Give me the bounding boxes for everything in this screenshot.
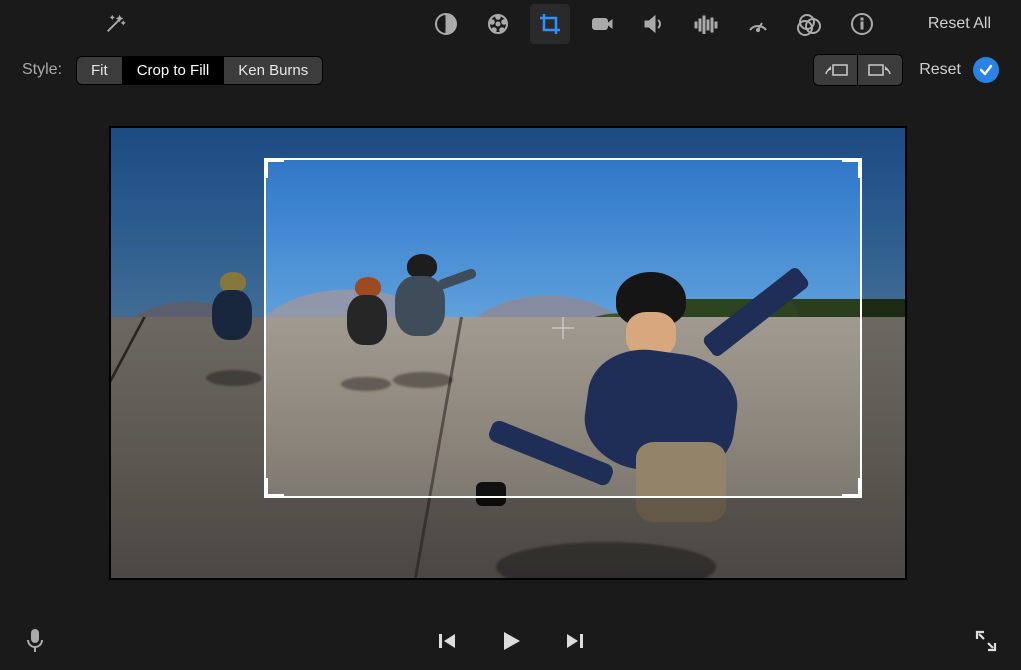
style-label: Style:: [22, 61, 62, 79]
crop-handle-bl[interactable]: [264, 478, 284, 498]
color-balance-icon[interactable]: [426, 4, 466, 44]
apply-button[interactable]: [973, 57, 999, 83]
crop-icon[interactable]: [530, 4, 570, 44]
voiceover-mic-icon[interactable]: [20, 626, 50, 656]
crop-handle-tr[interactable]: [842, 158, 862, 178]
preview-viewer[interactable]: [109, 126, 907, 580]
color-correction-icon[interactable]: [478, 4, 518, 44]
style-option-crop-to-fill[interactable]: Crop to Fill: [123, 57, 225, 84]
crop-rectangle[interactable]: [266, 160, 860, 496]
crop-center-crosshair: [552, 317, 574, 339]
reset-all-button[interactable]: Reset All: [928, 15, 991, 33]
scene-skater-1: [206, 272, 266, 392]
rotate-group: [813, 54, 903, 86]
crop-handle-tl[interactable]: [264, 158, 284, 178]
style-option-ken-burns[interactable]: Ken Burns: [224, 57, 322, 84]
next-frame-button[interactable]: [560, 626, 590, 656]
noise-equalizer-icon[interactable]: [686, 4, 726, 44]
volume-icon[interactable]: [634, 4, 674, 44]
prev-frame-button[interactable]: [432, 626, 462, 656]
stabilization-icon[interactable]: [582, 4, 622, 44]
reset-button[interactable]: Reset: [919, 61, 961, 79]
rotate-cw-button[interactable]: [858, 55, 902, 85]
info-icon[interactable]: [842, 4, 882, 44]
crop-handle-br[interactable]: [842, 478, 862, 498]
style-option-fit[interactable]: Fit: [77, 57, 123, 84]
play-button[interactable]: [496, 626, 526, 656]
style-segmented-control: Fit Crop to Fill Ken Burns: [76, 56, 323, 85]
enhance-auto-icon[interactable]: [96, 4, 134, 44]
speed-icon[interactable]: [738, 4, 778, 44]
fullscreen-icon[interactable]: [971, 626, 1001, 656]
rotate-ccw-button[interactable]: [814, 55, 858, 85]
filters-icon[interactable]: [790, 4, 830, 44]
